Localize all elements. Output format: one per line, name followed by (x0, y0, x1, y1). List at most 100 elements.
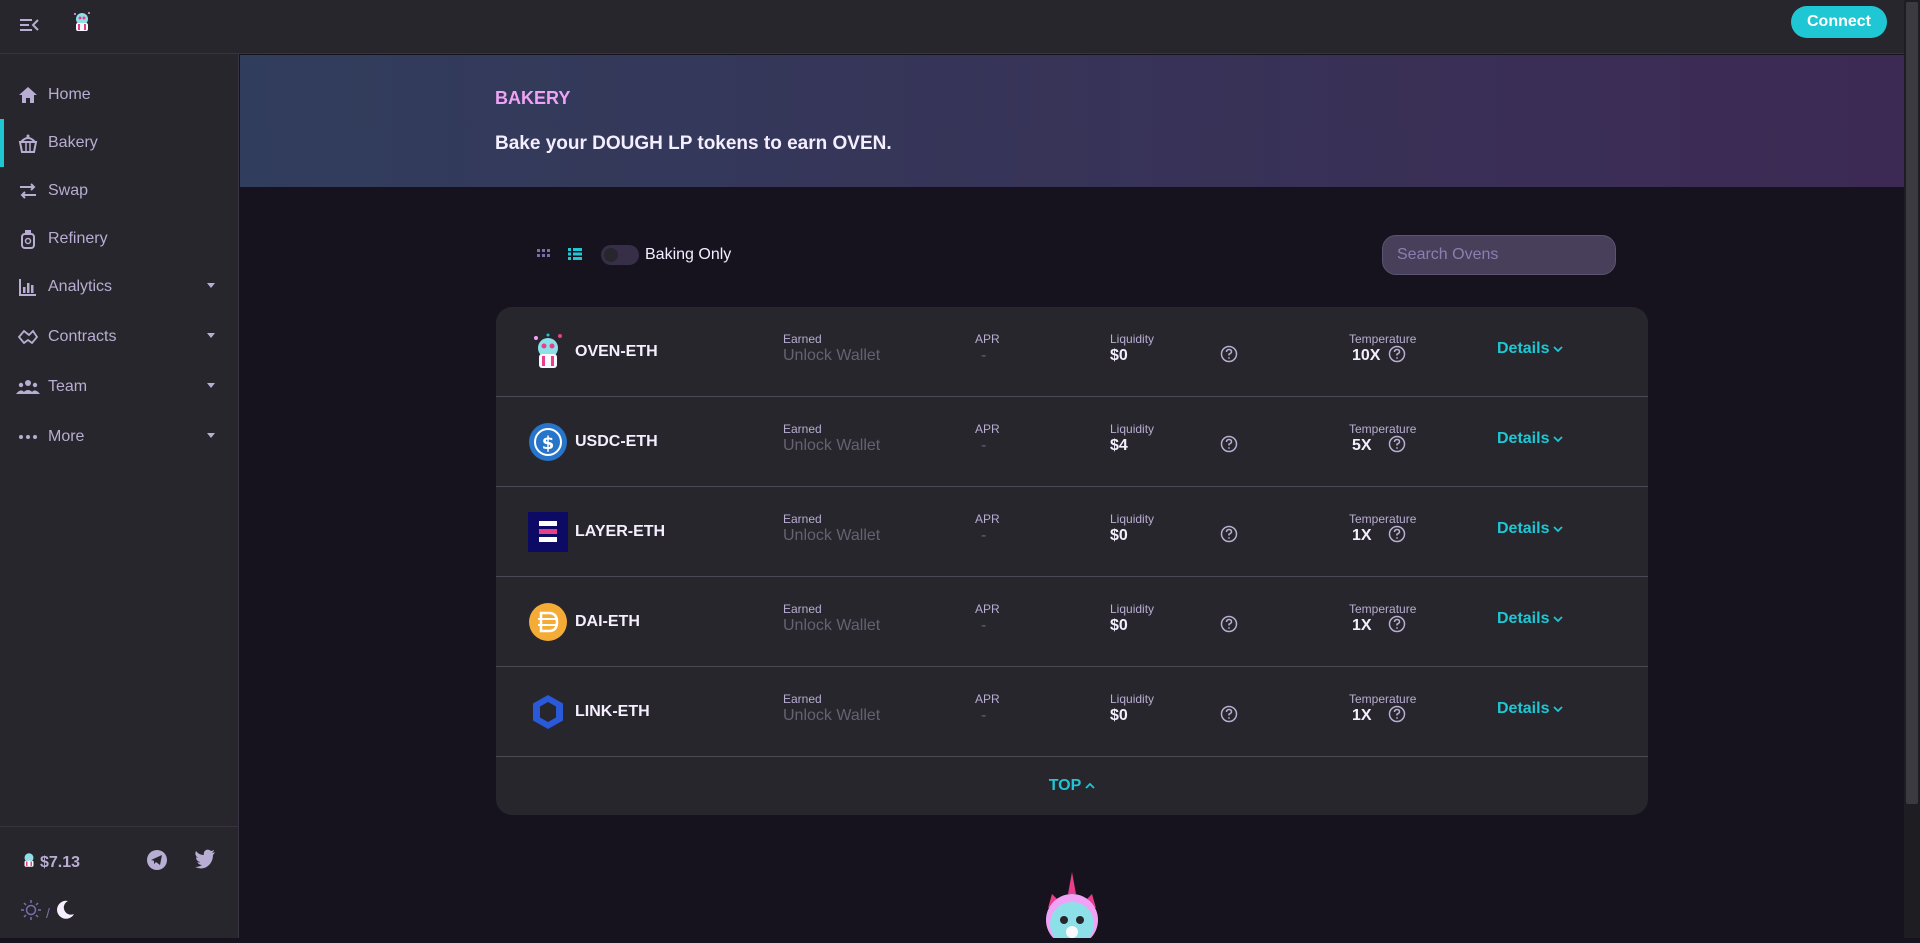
dai-token-icon (528, 602, 568, 642)
temperature-label: Temperature (1349, 512, 1417, 526)
token-price[interactable]: $7.13 (20, 851, 80, 874)
home-icon (16, 83, 40, 107)
table-row[interactable]: $ USDC-ETH Earned Unlock Wallet APR - Li… (496, 397, 1648, 487)
help-icon[interactable] (1388, 435, 1406, 453)
help-icon[interactable] (1220, 705, 1238, 723)
liquidity-label: Liquidity (1110, 332, 1155, 346)
liquidity-label: Liquidity (1110, 512, 1155, 526)
scrollbar-thumb[interactable] (1906, 2, 1918, 804)
grid-view-icon[interactable] (536, 246, 552, 262)
chevron-down-icon (1553, 346, 1564, 353)
pair-name: LINK-ETH (575, 703, 650, 720)
table-row[interactable]: LAYER-ETH Earned Unlock Wallet APR - Liq… (496, 487, 1648, 577)
help-icon[interactable] (1220, 615, 1238, 633)
liquidity-value: $0 (1110, 527, 1128, 544)
sidebar-item-label: Bakery (48, 134, 98, 151)
details-toggle[interactable]: Details (1497, 610, 1564, 628)
details-toggle[interactable]: Details (1497, 430, 1564, 448)
details-toggle[interactable]: Details (1497, 520, 1564, 538)
list-view-icon[interactable] (567, 246, 583, 262)
sidebar-item-refinery[interactable]: Refinery (0, 215, 238, 263)
sidebar-item-label: Refinery (48, 230, 108, 247)
moon-icon[interactable] (54, 899, 76, 926)
sidebar-item-swap[interactable]: Swap (0, 167, 238, 215)
chevron-up-icon (1085, 782, 1095, 789)
details-label: Details (1497, 520, 1550, 537)
liquidity-label: Liquidity (1110, 602, 1155, 616)
liquidity-value: $4 (1110, 437, 1128, 454)
sidebar-item-label: Contracts (48, 328, 117, 345)
theme-switcher[interactable]: / (20, 899, 76, 926)
swap-icon (16, 179, 40, 203)
connect-button[interactable]: Connect (1791, 6, 1887, 38)
temperature-value: 10X (1352, 347, 1381, 364)
temperature-value: 1X (1352, 617, 1372, 634)
apr-label: APR (975, 422, 1000, 436)
baking-only-toggle[interactable] (601, 245, 639, 265)
pair-name: OVEN-ETH (575, 343, 658, 360)
details-label: Details (1497, 340, 1550, 357)
help-icon[interactable] (1388, 615, 1406, 633)
sidebar-item-more[interactable]: More (0, 413, 238, 461)
telegram-icon[interactable] (146, 849, 168, 871)
earned-value: Unlock Wallet (783, 527, 881, 544)
temperature-value: 1X (1352, 527, 1372, 544)
pair-name: USDC-ETH (575, 433, 658, 450)
top-label: TOP (1048, 777, 1082, 794)
details-toggle[interactable]: Details (1497, 700, 1564, 718)
unicorn-mascot-icon (1034, 872, 1110, 943)
sidebar-item-home[interactable]: Home (0, 71, 238, 119)
scroll-to-top-button[interactable]: TOP (496, 757, 1648, 815)
sidebar-item-label: Analytics (48, 278, 113, 295)
sidebar-item-contracts[interactable]: Contracts (0, 313, 238, 361)
bakery-icon (16, 131, 40, 155)
help-icon[interactable] (1220, 345, 1238, 363)
sidebar-item-label: More (48, 428, 85, 445)
help-icon[interactable] (1388, 705, 1406, 723)
twitter-icon[interactable] (194, 849, 216, 871)
layer-token-icon (528, 512, 568, 552)
temperature-label: Temperature (1349, 692, 1417, 706)
apr-label: APR (975, 692, 1000, 706)
table-row[interactable]: DAI-ETH Earned Unlock Wallet APR - Liqui… (496, 577, 1648, 667)
pair-name: LAYER-ETH (575, 523, 666, 540)
help-icon[interactable] (1388, 525, 1406, 543)
brand-logo-icon[interactable] (70, 10, 94, 34)
sun-icon[interactable] (20, 899, 42, 926)
refinery-icon (16, 227, 40, 251)
help-icon[interactable] (1388, 345, 1406, 363)
table-row[interactable]: LINK-ETH Earned Unlock Wallet APR - Liqu… (496, 667, 1648, 757)
temperature-label: Temperature (1349, 602, 1417, 616)
apr-value: - (981, 527, 987, 544)
top-bar: Connect (0, 0, 1904, 54)
help-icon[interactable] (1220, 435, 1238, 453)
help-icon[interactable] (1220, 525, 1238, 543)
search-input[interactable] (1382, 235, 1616, 275)
apr-label: APR (975, 512, 1000, 526)
sidebar-item-team[interactable]: Team (0, 363, 238, 411)
contracts-icon (16, 325, 40, 349)
menu-collapse-icon[interactable] (18, 14, 40, 36)
svg-text:$: $ (542, 433, 555, 454)
sidebar-item-bakery[interactable]: Bakery (0, 119, 238, 167)
chevron-down-icon (1553, 526, 1564, 533)
sidebar-item-analytics[interactable]: Analytics (0, 263, 238, 311)
chevron-down-icon (207, 433, 215, 438)
page-kicker: BAKERY (495, 88, 571, 108)
apr-value: - (981, 437, 987, 454)
more-icon (16, 425, 40, 449)
page-title: Bake your DOUGH LP tokens to earn OVEN. (495, 133, 892, 154)
analytics-icon (16, 275, 40, 299)
temperature-label: Temperature (1349, 332, 1417, 346)
theme-separator: / (46, 904, 50, 921)
apr-value: - (981, 707, 987, 724)
earned-value: Unlock Wallet (783, 707, 881, 724)
earned-value: Unlock Wallet (783, 347, 881, 364)
table-row[interactable]: OVEN-ETH Earned Unlock Wallet APR - Liqu… (496, 307, 1648, 397)
page-header-banner: BAKERY Bake your DOUGH LP tokens to earn… (240, 55, 1904, 187)
temperature-value: 5X (1352, 437, 1372, 454)
apr-value: - (981, 617, 987, 634)
details-toggle[interactable]: Details (1497, 340, 1564, 358)
earned-value: Unlock Wallet (783, 617, 881, 634)
sidebar-item-label: Team (48, 378, 88, 395)
